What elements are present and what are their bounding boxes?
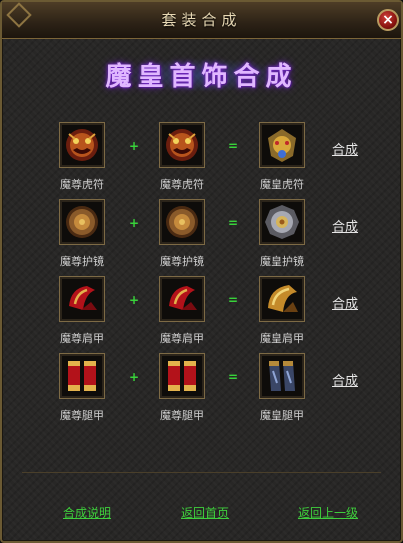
- help-link[interactable]: 合成说明: [63, 504, 111, 521]
- result-name: 魔皇虎符: [260, 178, 304, 191]
- ingredient-slot-b[interactable]: [159, 276, 205, 322]
- equals-sign: =: [227, 139, 239, 153]
- demon-tiger-tally-icon: [166, 129, 198, 161]
- demon-shoulder-icon: [69, 286, 97, 310]
- ingredient-b-name: 魔尊虎符: [160, 178, 204, 191]
- plus-sign: +: [128, 216, 140, 230]
- synthesis-window: 套装合成 × 魔皇首饰合成 魔尊虎符 + 魔尊虎符 = 魔皇虎符 合成 魔尊护镜…: [0, 0, 403, 543]
- demon-tiger-tally-icon: [66, 129, 98, 161]
- demon-mirror-icon: [66, 206, 98, 238]
- emperor-tiger-tally-icon: [268, 129, 296, 162]
- ingredient-a-name: 魔尊虎符: [60, 178, 104, 191]
- recipe-row: 魔尊腿甲 + 魔尊腿甲 = 魔皇腿甲 合成: [2, 353, 401, 427]
- plus-sign: +: [128, 139, 140, 153]
- demon-mirror-icon: [166, 206, 198, 238]
- ingredient-slot-a[interactable]: [59, 122, 105, 168]
- result-slot[interactable]: [259, 122, 305, 168]
- ingredient-slot-a[interactable]: [59, 353, 105, 399]
- result-slot[interactable]: [259, 199, 305, 245]
- result-name: 魔皇腿甲: [260, 409, 304, 422]
- ingredient-a-name: 魔尊护镜: [60, 255, 104, 268]
- plus-sign: +: [128, 293, 140, 307]
- demon-leg-armor-icon: [168, 361, 196, 391]
- emperor-leg-armor-icon: [269, 361, 295, 391]
- close-button[interactable]: ×: [377, 9, 399, 31]
- demon-leg-armor-icon: [68, 361, 96, 391]
- ingredient-b-name: 魔尊肩甲: [160, 332, 204, 345]
- ingredient-slot-a[interactable]: [59, 199, 105, 245]
- ingredient-slot-a[interactable]: [59, 276, 105, 322]
- recipe-row: 魔尊护镜 + 魔尊护镜 = 魔皇护镜 合成: [2, 199, 401, 273]
- emperor-mirror-icon: [265, 205, 299, 239]
- ingredient-a-name: 魔尊肩甲: [60, 332, 104, 345]
- title-bar: 套装合成 ×: [2, 2, 401, 39]
- result-name: 魔皇护镜: [260, 255, 304, 268]
- ingredient-b-name: 魔尊腿甲: [160, 409, 204, 422]
- window-title: 套装合成: [161, 11, 242, 29]
- ingredient-slot-b[interactable]: [159, 199, 205, 245]
- plus-sign: +: [128, 370, 140, 384]
- recipe-row: 魔尊肩甲 + 魔尊肩甲 = 魔皇肩甲 合成: [2, 276, 401, 350]
- synthesize-button[interactable]: 合成: [332, 216, 358, 235]
- result-slot[interactable]: [259, 353, 305, 399]
- back-link[interactable]: 返回上一级: [298, 504, 358, 521]
- footer-divider: [22, 472, 381, 473]
- ingredient-slot-b[interactable]: [159, 122, 205, 168]
- result-slot[interactable]: [259, 276, 305, 322]
- synthesize-button[interactable]: 合成: [332, 293, 358, 312]
- emperor-shoulder-icon: [268, 285, 298, 312]
- recipe-row: 魔尊虎符 + 魔尊虎符 = 魔皇虎符 合成: [2, 122, 401, 196]
- equals-sign: =: [227, 216, 239, 230]
- synthesize-button[interactable]: 合成: [332, 139, 358, 158]
- result-name: 魔皇肩甲: [260, 332, 304, 345]
- demon-shoulder-icon: [169, 286, 197, 310]
- ingredient-b-name: 魔尊护镜: [160, 255, 204, 268]
- home-link[interactable]: 返回首页: [181, 504, 229, 521]
- synthesize-button[interactable]: 合成: [332, 370, 358, 389]
- ingredient-slot-b[interactable]: [159, 353, 205, 399]
- equals-sign: =: [227, 370, 239, 384]
- equals-sign: =: [227, 293, 239, 307]
- ingredient-a-name: 魔尊腿甲: [60, 409, 104, 422]
- page-heading: 魔皇首饰合成: [105, 62, 298, 92]
